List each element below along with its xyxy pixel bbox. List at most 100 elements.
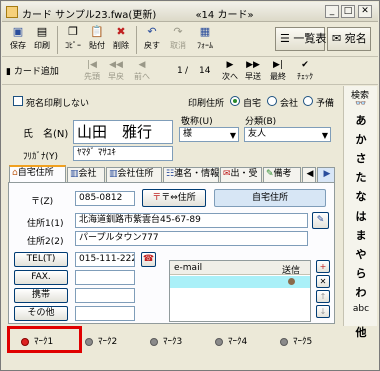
- close-icon: ✕: [319, 277, 327, 286]
- radio-home-label: 自宅: [243, 99, 262, 109]
- building-icon: ▥: [109, 169, 118, 179]
- kana-index-item[interactable]: た: [344, 169, 378, 185]
- close-button[interactable]: ✕: [358, 5, 372, 18]
- last-button[interactable]: ▶| 最終: [270, 60, 286, 82]
- tab-sent-received[interactable]: ✉出・受: [220, 167, 262, 182]
- no-print-checkbox[interactable]: [13, 96, 23, 106]
- kana-index-item[interactable]: あ: [344, 112, 378, 128]
- name-field[interactable]: 山田 雅行: [73, 120, 173, 144]
- mark-indicator-icon: [150, 337, 158, 346]
- paste-icon: 📋: [90, 25, 104, 38]
- radio-company[interactable]: [267, 96, 277, 106]
- address1-label: 住所1(1): [27, 219, 64, 229]
- mark-4[interactable]: ﾏｰｸ4: [215, 334, 247, 347]
- kana-index-item[interactable]: さ: [344, 150, 378, 166]
- floppy-icon: ▣: [12, 25, 24, 38]
- mark-2[interactable]: ﾏｰｸ2: [85, 334, 117, 347]
- tab-scroll-left[interactable]: ◀: [302, 167, 316, 182]
- email-down-button[interactable]: ↓: [316, 305, 330, 318]
- window-title-text: カード サンプル23.fwa(更新): [22, 10, 157, 21]
- chevron-left-icon: ◀: [306, 169, 314, 179]
- tab-notes[interactable]: ✎備考: [263, 167, 301, 182]
- zip-to-address-button[interactable]: 〒〒⇔住所: [142, 189, 206, 207]
- kana-index-item[interactable]: な: [344, 188, 378, 204]
- tab-home-address[interactable]: ⌂自宅住所: [9, 165, 66, 182]
- category-label: 分類(B): [245, 117, 277, 127]
- fast-forward-button[interactable]: ▶▶ 早送: [245, 60, 261, 82]
- send-toggle-icon[interactable]: [288, 278, 295, 285]
- fast-back-button[interactable]: ◀◀ 早戻: [108, 60, 124, 82]
- address-label: 宛名: [344, 32, 367, 45]
- email-up-button[interactable]: ↑: [316, 290, 330, 303]
- zip-field[interactable]: 085-0812: [75, 191, 135, 206]
- first-button[interactable]: |◀ 先頭: [84, 60, 100, 82]
- address-button[interactable]: ✉ 宛名: [327, 27, 371, 51]
- honorific-value: 様: [183, 129, 193, 139]
- mark-label: ﾏｰｸ1: [34, 337, 54, 347]
- address1-field[interactable]: 北海道釧路市紫雲台45-67-89: [75, 213, 308, 228]
- kana-index-item[interactable]: や: [344, 246, 378, 262]
- save-button[interactable]: ▣ 保存: [6, 25, 30, 55]
- undo-button[interactable]: ↶ 戻す: [140, 25, 164, 55]
- card-total: 14: [199, 66, 211, 76]
- minimize-button[interactable]: _: [325, 5, 339, 18]
- mark-indicator-icon: [21, 337, 29, 346]
- people-icon: ☷: [166, 169, 175, 179]
- print-button[interactable]: ▤ 印刷: [30, 25, 54, 55]
- maximize-button[interactable]: □: [341, 5, 355, 18]
- list-view-button[interactable]: ☰ 一覧表: [275, 27, 326, 51]
- kana-index-item[interactable]: ま: [344, 227, 378, 243]
- add-card-button[interactable]: ▮ カード追加: [6, 64, 59, 77]
- next-button[interactable]: ▶ 次へ: [222, 60, 238, 82]
- building-icon: ▥: [70, 169, 79, 179]
- email-delete-button[interactable]: ✕: [316, 275, 330, 288]
- radio-home[interactable]: [230, 96, 240, 106]
- email-grid[interactable]: e-mail 送信: [169, 260, 311, 322]
- kana-index-item[interactable]: か: [344, 131, 378, 147]
- kana-index-item[interactable]: ら: [344, 265, 378, 281]
- category-value: 友人: [248, 129, 267, 139]
- kana-index-item[interactable]: abc: [344, 304, 378, 314]
- address2-field[interactable]: パープルタウン777: [75, 231, 308, 246]
- memo-icon: ✎: [266, 169, 274, 179]
- fax-field[interactable]: [75, 270, 135, 285]
- prev-button[interactable]: ◀ 前へ: [134, 60, 150, 82]
- other-button[interactable]: その他: [14, 306, 68, 321]
- radio-spare[interactable]: [303, 96, 313, 106]
- tel-dial-button[interactable]: ☎: [141, 252, 156, 267]
- tab-joint-info[interactable]: ☷連名・情報: [163, 167, 219, 182]
- kana-index-item[interactable]: わ: [344, 284, 378, 300]
- mark-5[interactable]: ﾏｰｸ5: [280, 334, 312, 347]
- mark-3[interactable]: ﾏｰｸ3: [150, 334, 182, 347]
- tel-button[interactable]: TEL(T): [14, 252, 68, 267]
- other-field[interactable]: [75, 306, 135, 321]
- add-card-icon: ▮: [6, 67, 11, 77]
- mobile-button[interactable]: 携帯: [14, 288, 68, 303]
- radio-company-label: 会社: [280, 99, 299, 109]
- furigana-field[interactable]: ﾔﾏﾀﾞ ﾏｻﾕｷ: [73, 146, 173, 161]
- tab-company-address[interactable]: ▥会社住所: [106, 167, 162, 182]
- print-label: 印刷: [34, 41, 50, 50]
- fax-button[interactable]: FAX.: [14, 270, 68, 285]
- tab-scroll-right[interactable]: ▶: [317, 167, 335, 182]
- address-lookup-button[interactable]: ✎: [312, 212, 329, 229]
- category-select[interactable]: 友人 ▼: [244, 127, 331, 142]
- form-button[interactable]: ▦ ﾌｫｰﾑ: [193, 25, 217, 55]
- cancel-button[interactable]: ↷ 取消: [166, 25, 190, 55]
- address-icon: ✉: [332, 32, 342, 45]
- tab-company[interactable]: ▥会社: [67, 167, 105, 182]
- check-button[interactable]: ✔ ﾁｪｯｸ: [297, 60, 313, 82]
- kana-index-item[interactable]: 他: [344, 324, 378, 340]
- kana-index-item[interactable]: は: [344, 208, 378, 224]
- tel-field[interactable]: 015-111-222: [75, 252, 135, 267]
- copy-button[interactable]: ❐ ｺﾋﾟｰ: [61, 25, 85, 55]
- email-add-button[interactable]: +: [316, 260, 330, 273]
- honorific-select[interactable]: 様 ▼: [179, 127, 239, 142]
- home-address-button[interactable]: 自宅住所: [214, 189, 326, 207]
- delete-button[interactable]: ✖ 削除: [109, 25, 133, 55]
- mobile-field[interactable]: [75, 288, 135, 303]
- email-row-selected[interactable]: [170, 276, 310, 288]
- mark-1[interactable]: ﾏｰｸ1: [21, 334, 53, 347]
- fast-back-icon: ◀◀: [109, 60, 123, 70]
- paste-button[interactable]: 📋 貼付: [85, 25, 109, 55]
